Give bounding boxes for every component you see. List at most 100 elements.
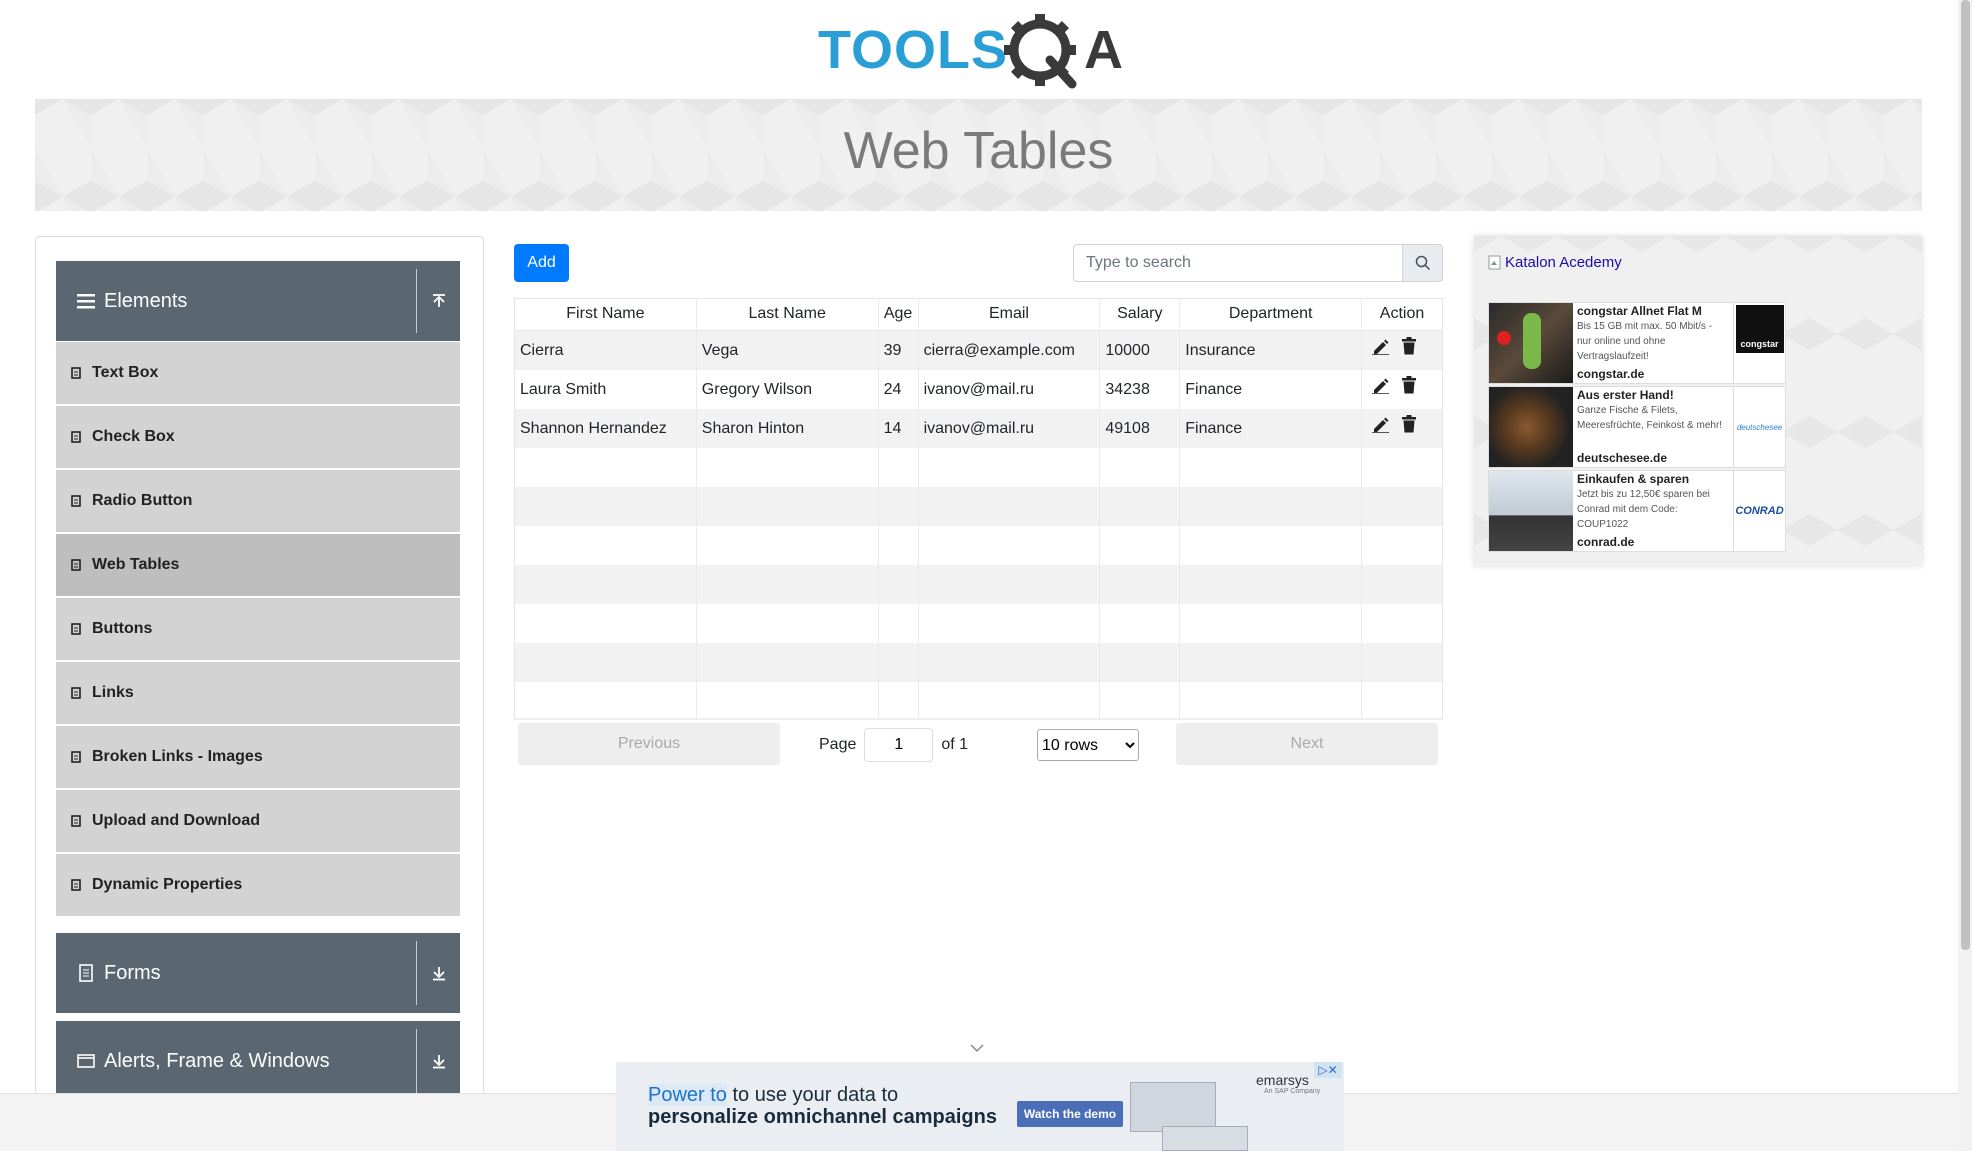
table-cell: ivanov@mail.ru <box>919 370 1101 409</box>
table-cell: Finance <box>1180 409 1363 448</box>
table-cell: Gregory Wilson <box>697 370 879 409</box>
ad-card-congstar[interactable]: congstar Allnet Flat M Bis 15 GB mit max… <box>1488 302 1786 384</box>
table-cell: Shannon Hernandez <box>515 409 697 448</box>
group-header-alerts[interactable]: Alerts, Frame & Windows <box>56 1021 460 1101</box>
next-button[interactable]: Next <box>1176 723 1438 765</box>
page-title: Web Tables <box>843 122 1114 180</box>
sidebar-item-label: Radio Button <box>92 492 193 509</box>
sidebar-item-buttons[interactable]: Buttons <box>56 598 460 660</box>
ad-description: Bis 15 GB mit max. 50 Mbit/s - nur onlin… <box>1577 321 1713 362</box>
edit-icon[interactable] <box>1371 409 1390 448</box>
search-button[interactable] <box>1403 244 1443 282</box>
broken-image-icon <box>1488 255 1501 269</box>
empty-row <box>515 487 1442 526</box>
column-header[interactable]: Age <box>879 299 919 330</box>
page-total-label: of 1 <box>941 736 969 753</box>
delete-icon[interactable] <box>1401 370 1417 409</box>
form-icon <box>72 964 100 982</box>
group-header-forms[interactable]: Forms <box>56 933 460 1013</box>
table-cell: 10000 <box>1100 331 1181 370</box>
table-cell: cierra@example.com <box>919 331 1101 370</box>
table-row: Shannon Hernandez Sharon Hinton 14 ivano… <box>515 409 1442 448</box>
sidebar-item-label: Broken Links - Images <box>92 748 263 765</box>
page-number-input[interactable] <box>864 728 934 762</box>
column-header: Action <box>1379 305 1425 322</box>
document-icon <box>71 879 83 891</box>
edit-icon[interactable] <box>1371 331 1390 370</box>
ad-card-deutschesee[interactable]: Aus erster Hand! Ganze Fische & Filets, … <box>1488 386 1786 468</box>
ad-card-conrad[interactable]: Einkaufen & sparen Jetzt bis zu 12,50€ s… <box>1488 470 1786 552</box>
previous-button[interactable]: Previous <box>518 723 780 765</box>
svg-text:A: A <box>1084 20 1123 80</box>
sidebar-item-web-tables[interactable]: Web Tables <box>56 534 460 596</box>
column-header[interactable]: First Name <box>515 299 697 330</box>
ad-preview-image <box>1162 1126 1248 1151</box>
table-cell: Finance <box>1180 370 1363 409</box>
katalon-ad-link[interactable]: Katalon Acedemy <box>1488 254 1622 271</box>
document-icon <box>71 687 83 699</box>
sidebar-item-broken-links[interactable]: Broken Links - Images <box>56 726 460 788</box>
hamburger-icon <box>72 293 100 309</box>
table-cell: Sharon Hinton <box>697 409 879 448</box>
ad-title: Einkaufen & sparen <box>1577 472 1690 486</box>
sidebar-item-radio-button[interactable]: Radio Button <box>56 470 460 532</box>
table-header: First Name Last Name Age Email Salary De… <box>515 299 1442 331</box>
sidebar-item-label: Upload and Download <box>92 812 260 829</box>
page-label: Page <box>819 736 857 753</box>
table-cell: 39 <box>879 331 919 370</box>
document-icon <box>71 367 83 379</box>
ad-logo-deutschesee: deutschesee <box>1733 387 1785 467</box>
sidebar-item-check-box[interactable]: Check Box <box>56 406 460 468</box>
table-cell: 14 <box>879 409 919 448</box>
column-header[interactable]: Department <box>1180 299 1363 330</box>
ad-domain: deutschesee.de <box>1577 451 1668 465</box>
column-header[interactable]: Last Name <box>697 299 879 330</box>
ad-line-1-rest: to use your data to <box>726 1084 899 1106</box>
delete-icon[interactable] <box>1401 331 1417 370</box>
table-cell: Cierra <box>515 331 697 370</box>
group-label-elements: Elements <box>104 289 188 312</box>
group-header-elements[interactable]: Elements <box>56 261 460 341</box>
sidebar-item-links[interactable]: Links <box>56 662 460 724</box>
ad-image <box>1489 303 1573 383</box>
ad-close-icon[interactable]: ▷✕ <box>1314 1062 1342 1078</box>
expand-icon[interactable] <box>416 941 460 1005</box>
katalon-ad-text: Katalon Acedemy <box>1505 254 1622 271</box>
ad-line-2: personalize omnichannel campaigns <box>648 1106 997 1128</box>
search-input[interactable] <box>1073 244 1403 282</box>
document-icon <box>71 623 83 635</box>
table-cell: 24 <box>879 370 919 409</box>
bottom-ad-banner[interactable]: Power to to use your data to personalize… <box>616 1062 1344 1151</box>
page-banner: Web Tables <box>35 99 1922 211</box>
toolsqa-logo[interactable]: TOOLS A <box>818 14 1142 90</box>
watch-demo-button[interactable]: Watch the demo <box>1017 1101 1123 1127</box>
empty-row <box>515 526 1442 565</box>
sidebar-item-upload-download[interactable]: Upload and Download <box>56 790 460 852</box>
collapse-icon[interactable] <box>416 269 460 333</box>
sidebar-item-text-box[interactable]: Text Box <box>56 342 460 404</box>
ad-highlight: Power to <box>648 1084 727 1106</box>
group-label-alerts: Alerts, Frame & Windows <box>104 1049 330 1072</box>
window-icon <box>72 1053 100 1069</box>
table-cell: Insurance <box>1180 331 1363 370</box>
expand-icon[interactable] <box>416 1029 460 1093</box>
delete-icon[interactable] <box>1401 409 1417 448</box>
empty-row <box>515 682 1442 721</box>
column-header[interactable]: Email <box>919 299 1101 330</box>
ad-logo-conrad: CONRAD <box>1733 471 1785 551</box>
ad-image <box>1489 471 1573 551</box>
table-row: Cierra Vega 39 cierra@example.com 10000 … <box>515 331 1442 370</box>
sidebar-item-dynamic-properties[interactable]: Dynamic Properties <box>56 854 460 916</box>
add-button[interactable]: Add <box>514 244 569 282</box>
empty-row <box>515 565 1442 604</box>
chevron-down-icon[interactable] <box>970 1043 984 1053</box>
action-cell <box>1362 331 1442 370</box>
scrollbar-thumb[interactable] <box>1961 0 1970 950</box>
empty-row <box>515 604 1442 643</box>
rows-per-page-select[interactable]: 10 rows <box>1037 729 1139 761</box>
sidebar-item-label: Web Tables <box>92 556 180 573</box>
ad-description: Ganze Fische & Filets, Meeresfrüchte, Fe… <box>1577 405 1723 431</box>
edit-icon[interactable] <box>1371 370 1390 409</box>
column-header[interactable]: Salary <box>1100 299 1181 330</box>
brand-name: emarsys <box>1256 1072 1309 1088</box>
